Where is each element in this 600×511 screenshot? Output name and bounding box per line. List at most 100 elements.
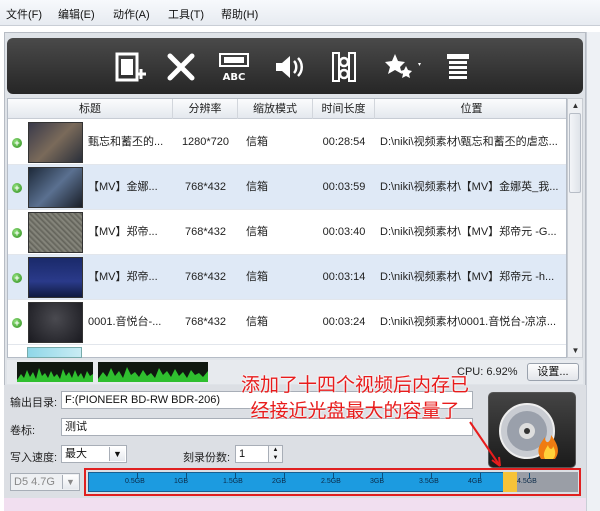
cell-duration: 00:03:59 (322, 181, 366, 193)
cell-zoom: 信箱 (246, 226, 268, 238)
table-scrollbar[interactable]: ▲ ▼ (567, 98, 583, 358)
add-icon[interactable]: + (12, 273, 22, 283)
add-icon[interactable]: + (12, 318, 22, 328)
scroll-up-icon[interactable]: ▲ (571, 101, 580, 110)
table-row[interactable]: + 0001.音悦台-... 768*432 信箱 00:03:24 D:\ni… (8, 300, 566, 345)
copies-label: 刻录份数: (183, 452, 231, 464)
cell-resolution: 1280*720 (181, 136, 230, 148)
cell-location: D:\niki\视频素材\【MV】郑帝元 -h... (380, 271, 555, 283)
disc-burn-icon (499, 403, 558, 459)
table-row[interactable]: + 【MV】郑帝... 768*432 信箱 00:03:40 D:\niki\… (8, 210, 566, 255)
cell-title: 【MV】郑帝... (88, 226, 158, 238)
header-title[interactable]: 标题 (8, 99, 173, 119)
settings-button[interactable]: 设置... (527, 363, 579, 381)
right-panel-edge (586, 32, 600, 511)
cell-location: D:\niki\视频素材\0001.音悦台-凉凉... (380, 316, 557, 328)
disc-type-select[interactable]: D5 4.7G ▼ (10, 473, 80, 491)
add-video-icon (115, 52, 146, 82)
waveform-icon (17, 368, 93, 382)
header-duration[interactable]: 时间长度 (313, 99, 375, 119)
annotation-text: 添加了十四个视频后内存已 经接近光盘最大的容量了 (210, 372, 500, 424)
subtitle-button[interactable]: ABC (215, 48, 253, 86)
cell-location: D:\niki\视频素材\【MV】金娜英_我... (380, 181, 559, 193)
disc-type-value: D5 4.7G (14, 476, 55, 488)
cell-location: D:\niki\视频素材\甄忘和蓄丕的虐恋... (380, 136, 558, 148)
copies-stepper[interactable]: 1 ▲ ▼ (235, 445, 283, 463)
video-thumbnail (28, 257, 83, 298)
volume-label-label: 卷标: (10, 425, 36, 437)
list-button[interactable] (439, 48, 477, 86)
write-speed-label: 写入速度: (10, 452, 58, 464)
cell-title: 甄忘和蓄丕的... (88, 136, 164, 148)
cell-resolution: 768*432 (185, 226, 226, 238)
audio-level-meter (17, 362, 93, 382)
audio-level-meter (98, 362, 208, 382)
video-thumbnail (28, 212, 83, 253)
edit-clip-icon (332, 52, 356, 82)
chevron-down-icon[interactable]: ▼ (109, 447, 125, 461)
delete-icon (167, 53, 195, 81)
write-speed-value: 最大 (65, 448, 87, 460)
cell-duration: 00:03:24 (322, 316, 366, 328)
cell-zoom: 信箱 (246, 271, 268, 283)
cell-zoom: 信箱 (246, 181, 268, 193)
header-zoom-mode[interactable]: 缩放模式 (238, 99, 313, 119)
video-thumbnail (27, 347, 82, 358)
chevron-down-icon[interactable]: ▼ (62, 475, 78, 489)
add-icon[interactable]: + (12, 183, 22, 193)
audio-button[interactable] (270, 48, 308, 86)
menu-file[interactable]: 文件(F) (6, 6, 42, 22)
waveform-icon (98, 367, 208, 382)
add-icon[interactable]: + (12, 138, 22, 148)
cell-duration: 00:03:14 (322, 271, 366, 283)
burn-button[interactable] (488, 392, 576, 468)
cell-title: 0001.音悦台-... (88, 316, 162, 328)
toolbar: ABC (7, 38, 583, 94)
copies-value: 1 (239, 448, 246, 460)
cell-title: 【MV】郑帝... (88, 271, 158, 283)
effects-icon (385, 54, 421, 78)
menu-bar: 文件(F) 编辑(E) 动作(A) 工具(T) 帮助(H) (0, 0, 600, 26)
cell-resolution: 768*432 (185, 181, 226, 193)
write-speed-select[interactable]: 最大 ▼ (61, 445, 127, 463)
list-icon (447, 54, 469, 79)
delete-button[interactable] (162, 48, 200, 86)
table-row[interactable]: + 甄忘和蓄丕的... 1280*720 信箱 00:28:54 D:\niki… (8, 120, 566, 165)
table-row[interactable]: + 【MV】金娜... 768*432 信箱 00:03:59 D:\niki\… (8, 165, 566, 210)
video-list-table: 标题 分辨率 缩放模式 时间长度 位置 + 甄忘和蓄丕的... 1280*720… (7, 98, 567, 358)
scroll-thumb[interactable] (569, 113, 581, 193)
cell-zoom: 信箱 (246, 316, 268, 328)
highlight-box (84, 468, 581, 496)
cell-duration: 00:03:40 (322, 226, 366, 238)
menu-tools[interactable]: 工具(T) (168, 6, 204, 22)
header-location[interactable]: 位置 (375, 99, 566, 119)
cell-resolution: 768*432 (185, 271, 226, 283)
subtitle-icon: ABC (219, 53, 249, 83)
table-row[interactable]: + 【MV】郑帝... 768*432 信箱 00:03:14 D:\niki\… (8, 255, 566, 300)
edit-clip-button[interactable] (325, 48, 363, 86)
table-header: 标题 分辨率 缩放模式 时间长度 位置 (8, 99, 566, 119)
effects-button[interactable] (379, 48, 429, 86)
spin-arrows-icon[interactable]: ▲ ▼ (268, 446, 282, 462)
menu-edit[interactable]: 编辑(E) (58, 6, 95, 22)
bottom-preview-strip (4, 498, 586, 511)
header-resolution[interactable]: 分辨率 (173, 99, 238, 119)
add-video-button[interactable] (112, 48, 150, 86)
scroll-down-icon[interactable]: ▼ (571, 346, 580, 355)
cell-zoom: 信箱 (246, 136, 268, 148)
add-icon[interactable]: + (12, 228, 22, 238)
cell-title: 【MV】金娜... (88, 181, 158, 193)
video-thumbnail (28, 167, 83, 208)
annotation-line-2: 经接近光盘最大的容量了 (250, 400, 460, 422)
svg-text:ABC: ABC (223, 72, 246, 83)
annotation-line-1: 添加了十四个视频后内存已 (240, 374, 469, 396)
audio-icon (276, 56, 303, 78)
cell-duration: 00:28:54 (322, 136, 366, 148)
video-thumbnail (28, 302, 83, 343)
video-thumbnail (28, 122, 83, 163)
cell-resolution: 768*432 (185, 316, 226, 328)
menu-action[interactable]: 动作(A) (113, 6, 150, 22)
output-dir-label: 输出目录: (10, 397, 58, 409)
cell-location: D:\niki\视频素材\【MV】郑帝元 -G... (380, 226, 557, 238)
menu-help[interactable]: 帮助(H) (221, 6, 258, 22)
